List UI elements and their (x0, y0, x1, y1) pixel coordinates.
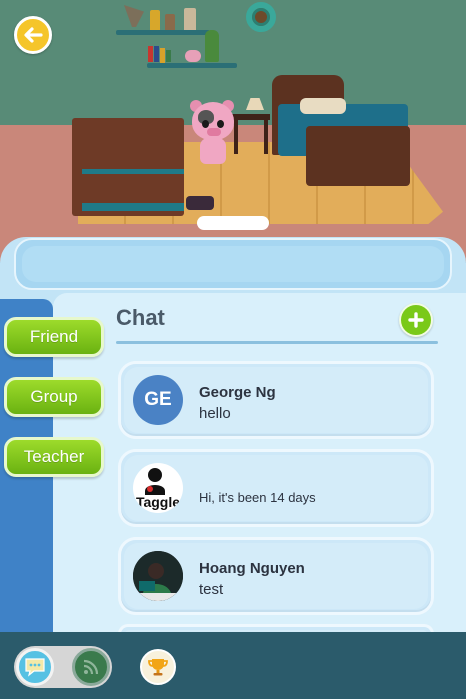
bust-decor (184, 8, 196, 30)
contact-name: George Ng (199, 384, 276, 401)
pillow (300, 98, 346, 114)
sidebar-item-label: Friend (29, 327, 79, 346)
trophy-button[interactable] (140, 649, 176, 685)
sidebar-item-label: Teacher (23, 447, 85, 466)
chat-list-item[interactable]: Hoang Nguyen test (118, 537, 434, 615)
back-button[interactable] (14, 16, 52, 54)
sidebar-item-teacher[interactable]: Teacher (4, 437, 104, 477)
avatar (133, 551, 183, 601)
sidebar-item-label: Group (30, 387, 78, 406)
drag-handle[interactable] (197, 216, 269, 230)
plus-icon (408, 312, 424, 328)
plant-decor (205, 30, 219, 62)
feed-icon (83, 659, 99, 675)
panel-header-frame (14, 238, 452, 290)
upper-shelf (116, 30, 210, 35)
toy-car (186, 196, 214, 210)
chat-list-item[interactable]: Taggle Hi, it's been 14 days (118, 449, 434, 527)
chat-list-item[interactable]: GE George Ng hello (118, 361, 434, 439)
last-message: Hi, it's been 14 days (199, 490, 316, 505)
back-arrow-icon (24, 27, 43, 43)
page-title: Chat (116, 305, 165, 330)
piggy-bank-decor (185, 50, 201, 62)
sidebar-item-friend[interactable]: Friend (4, 317, 104, 357)
room-scene (0, 0, 466, 262)
desk (232, 114, 270, 154)
trophy-decor (150, 10, 160, 30)
contact-name: Hoang Nguyen (199, 560, 305, 577)
dresser (72, 118, 184, 216)
taggle-logo-icon: Taggle (136, 468, 180, 510)
feed-tab-button[interactable] (72, 648, 110, 686)
trophy-icon (148, 659, 168, 676)
pig-avatar[interactable] (190, 100, 236, 168)
chat-bubble-icon (25, 658, 45, 677)
frame-decor (165, 14, 175, 30)
chat-tab-button[interactable] (16, 648, 54, 686)
avatar: Taggle (133, 463, 183, 513)
title-divider (116, 341, 438, 344)
last-message: hello (199, 405, 231, 422)
add-chat-button[interactable] (399, 303, 433, 337)
wreath-decor (246, 2, 276, 32)
lower-shelf (147, 63, 237, 68)
user-photo-icon (133, 551, 183, 601)
sidebar-item-group[interactable]: Group (4, 377, 104, 417)
last-message: test (199, 581, 224, 598)
bed-footboard (306, 126, 410, 186)
avatar: GE (133, 375, 183, 425)
